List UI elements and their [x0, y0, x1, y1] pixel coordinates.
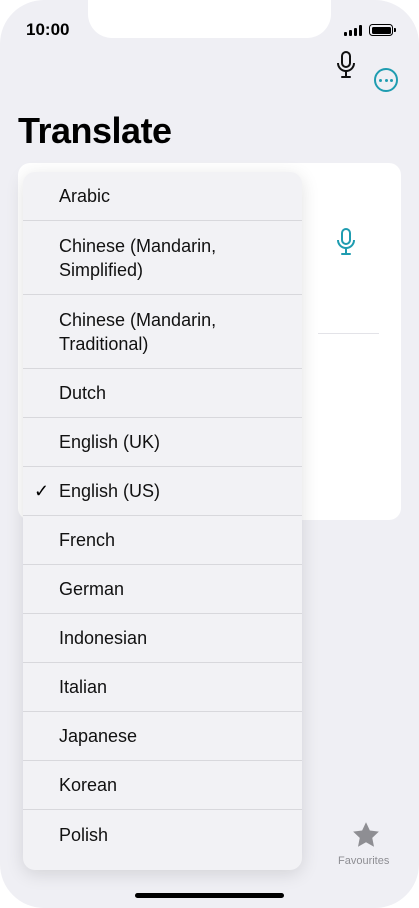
notch	[88, 0, 331, 38]
phone-screen: 10:00 Translate Favourites Arabic Chines…	[0, 0, 419, 908]
cellular-signal-icon	[344, 24, 362, 36]
language-dropdown-menu: Arabic Chinese (Mandarin, Simplified) Ch…	[23, 172, 302, 870]
language-option-polish[interactable]: Polish	[23, 810, 302, 859]
language-option-korean[interactable]: Korean	[23, 761, 302, 810]
option-label: Indonesian	[59, 628, 148, 648]
language-option-english-us[interactable]: ✓ English (US)	[23, 467, 302, 516]
language-option-indonesian[interactable]: Indonesian	[23, 614, 302, 663]
option-label: Japanese	[59, 726, 138, 746]
star-icon[interactable]	[351, 820, 381, 850]
language-option-chinese-simplified[interactable]: Chinese (Mandarin, Simplified)	[23, 221, 302, 295]
option-label: French	[59, 530, 116, 550]
option-label: Chinese (Mandarin, Traditional)	[59, 309, 217, 354]
option-label: English (US)	[59, 481, 161, 501]
language-option-english-uk[interactable]: English (UK)	[23, 418, 302, 467]
card-divider	[318, 333, 379, 334]
status-icons	[344, 24, 396, 36]
option-label: German	[59, 579, 125, 599]
ellipsis-circle-icon[interactable]	[374, 68, 398, 92]
language-option-dutch[interactable]: Dutch	[23, 369, 302, 418]
microphone-icon[interactable]	[336, 228, 356, 256]
page-title: Translate	[18, 110, 172, 151]
option-label: Italian	[59, 677, 108, 697]
language-option-chinese-traditional[interactable]: Chinese (Mandarin, Traditional)	[23, 295, 302, 369]
home-indicator	[135, 893, 284, 898]
status-time: 10:00	[26, 20, 70, 39]
language-option-japanese[interactable]: Japanese	[23, 712, 302, 761]
option-label: Korean	[59, 775, 118, 795]
checkmark-icon: ✓	[34, 481, 50, 501]
language-option-german[interactable]: German	[23, 565, 302, 614]
option-label: English (UK)	[59, 432, 161, 452]
option-label: Chinese (Mandarin, Simplified)	[59, 235, 217, 280]
language-option-arabic[interactable]: Arabic	[23, 172, 302, 221]
option-label: Arabic	[59, 186, 111, 206]
microphone-icon[interactable]	[336, 51, 356, 79]
option-label: Polish	[59, 824, 109, 845]
battery-icon	[369, 24, 396, 36]
language-option-italian[interactable]: Italian	[23, 663, 302, 712]
option-label: Dutch	[59, 383, 107, 403]
language-option-french[interactable]: French	[23, 516, 302, 565]
tab-favourites[interactable]: Favourites	[338, 855, 389, 867]
